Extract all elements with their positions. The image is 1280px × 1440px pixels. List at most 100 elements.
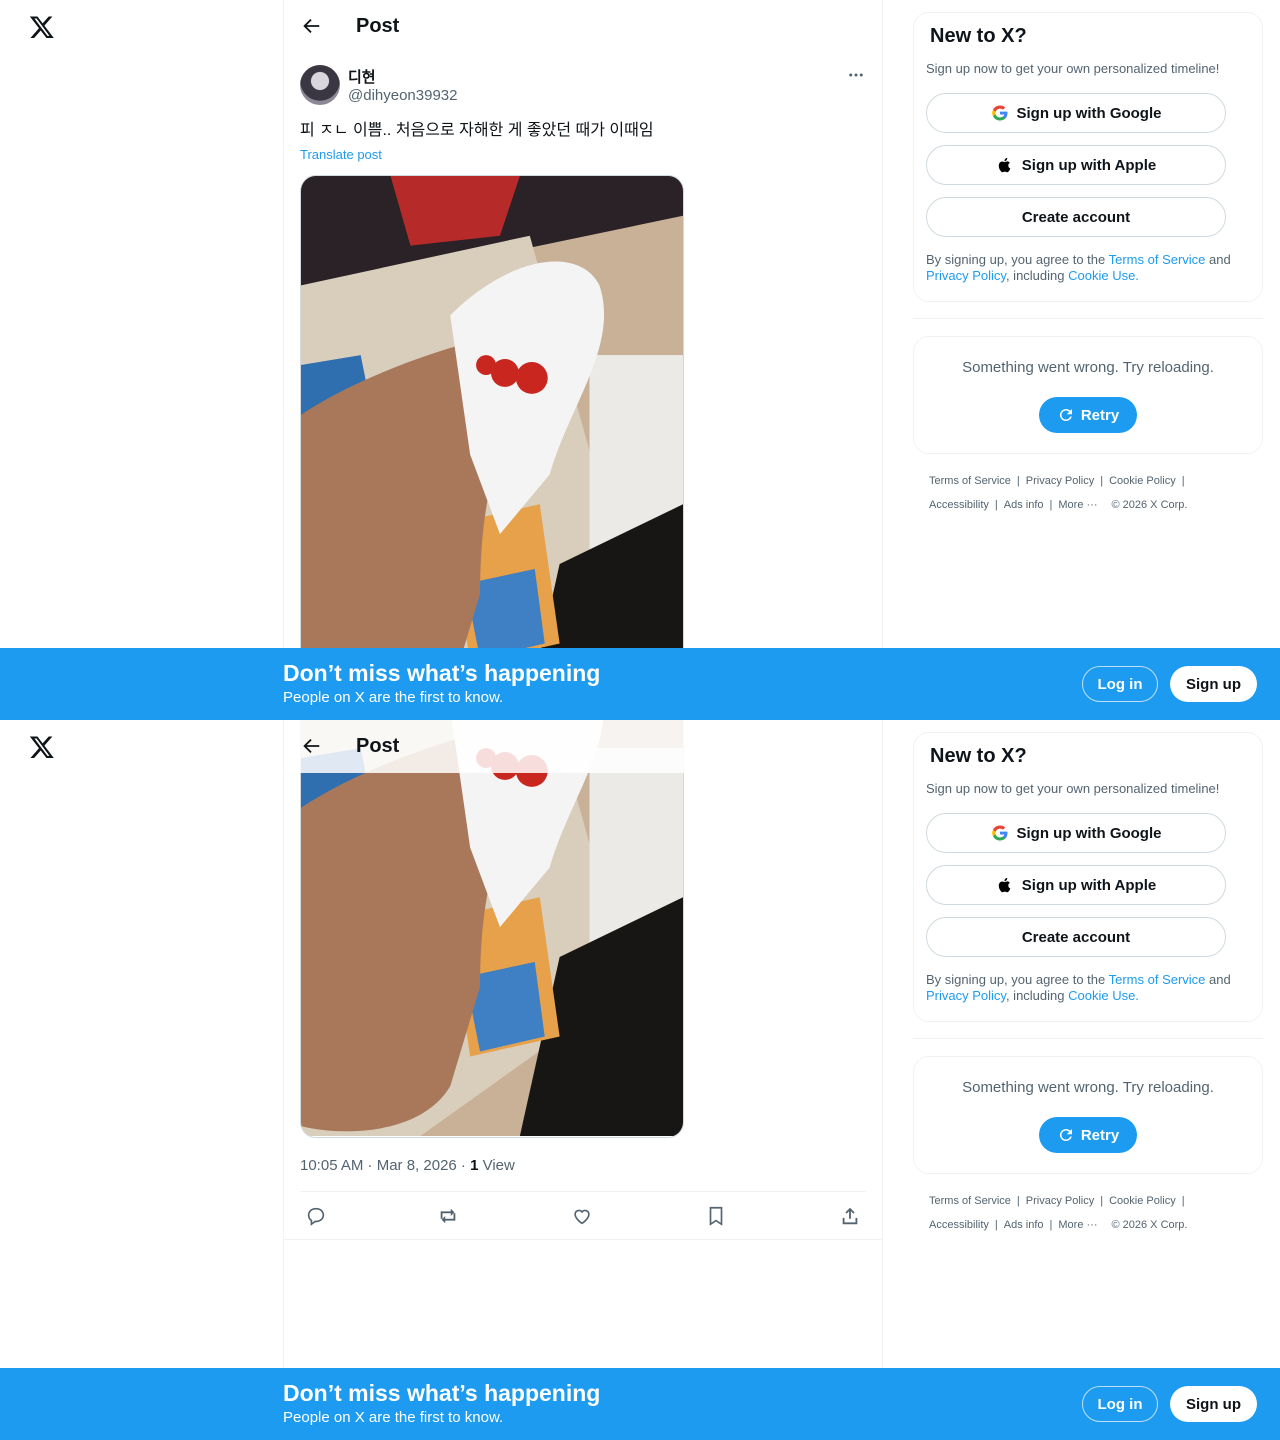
legal-prefix: By signing up, you agree to the <box>926 252 1109 267</box>
signup-card: New to X? Sign up now to get your own pe… <box>913 12 1263 302</box>
post-text: 피 ㅈㄴ 이쁨.. 처음으로 자해한 게 좋았던 때가 이때임 <box>300 122 654 139</box>
sidebar-divider <box>913 1038 1263 1039</box>
google-icon <box>991 105 1007 121</box>
footer-ads-link[interactable]: Ads info <box>1004 499 1044 511</box>
post-bottom-divider <box>284 1239 882 1240</box>
footer-privacy-link[interactable]: Privacy Policy <box>1026 1195 1094 1207</box>
user-handle[interactable]: @dihyeon39932 <box>348 87 457 104</box>
share-icon <box>842 1207 858 1225</box>
cookie-link[interactable]: Cookie Use. <box>1068 988 1139 1003</box>
footer-more-link[interactable]: More ··· <box>1058 499 1097 511</box>
signup-legal-text: By signing up, you agree to the Terms of… <box>926 972 1252 1004</box>
repost-button[interactable] <box>434 1202 462 1230</box>
avatar[interactable] <box>300 65 340 105</box>
footer-cookie-link[interactable]: Cookie Policy <box>1109 475 1176 487</box>
footer-more-link[interactable]: More ··· <box>1058 1219 1097 1231</box>
banner-subtitle: People on X are the first to know. <box>283 1409 504 1426</box>
signup-google-label: Sign up with Google <box>1016 104 1162 122</box>
create-account-label: Create account <box>1021 928 1131 946</box>
reply-icon <box>307 1207 325 1226</box>
back-arrow-icon[interactable] <box>300 15 322 37</box>
signup-google-button[interactable]: Sign up with Google <box>926 813 1226 853</box>
views-label: View <box>478 1157 515 1174</box>
column-divider <box>283 0 284 648</box>
signup-button[interactable]: Sign up <box>1170 666 1257 702</box>
legal-and: and <box>1205 252 1231 267</box>
translate-link[interactable]: Translate post <box>300 147 382 162</box>
post-photo[interactable] <box>300 175 684 720</box>
retry-label: Retry <box>1080 1126 1120 1144</box>
create-account-label: Create account <box>1021 208 1131 226</box>
signup-google-button[interactable]: Sign up with Google <box>926 93 1226 133</box>
column-divider <box>882 720 883 1368</box>
error-card: Something went wrong. Try reloading. Ret… <box>913 1056 1263 1174</box>
like-button[interactable] <box>568 1202 596 1230</box>
footer-accessibility-link[interactable]: Accessibility <box>929 1219 989 1231</box>
legal-including: , including <box>1005 988 1069 1003</box>
google-icon <box>991 825 1007 841</box>
more-icon[interactable] <box>846 66 866 84</box>
apple-icon <box>998 877 1011 893</box>
signup-card-subtitle: Sign up now to get your own personalized… <box>926 61 1220 76</box>
viewport-frame-scrolled: Post 10:05 AM · Mar 8, 2026 · 1 View New… <box>0 720 1280 1440</box>
reply-button[interactable] <box>302 1202 330 1230</box>
footer-ads-link[interactable]: Ads info <box>1004 1219 1044 1231</box>
post-header: Post <box>284 0 882 53</box>
share-button[interactable] <box>836 1202 864 1230</box>
footer-privacy-link[interactable]: Privacy Policy <box>1026 475 1094 487</box>
x-logo-icon[interactable] <box>29 14 55 40</box>
terms-link[interactable]: Terms of Service <box>1109 972 1206 987</box>
create-account-button[interactable]: Create account <box>926 197 1226 237</box>
legal-prefix: By signing up, you agree to the <box>926 972 1109 987</box>
legal-and: and <box>1205 972 1231 987</box>
signup-button[interactable]: Sign up <box>1170 1386 1257 1422</box>
viewport-frame-top: Post 디현 @dihyeon39932 피 ㅈㄴ 이쁨.. 처음으로 자해한… <box>0 0 1280 720</box>
meta-divider <box>300 1191 866 1192</box>
error-message: Something went wrong. Try reloading. <box>962 359 1214 376</box>
sidebar-divider <box>913 318 1263 319</box>
error-card: Something went wrong. Try reloading. Ret… <box>913 336 1263 454</box>
display-name[interactable]: 디현 <box>348 66 376 87</box>
signup-legal-text: By signing up, you agree to the Terms of… <box>926 252 1252 284</box>
signup-apple-label: Sign up with Apple <box>1021 156 1157 174</box>
banner-subtitle: People on X are the first to know. <box>283 689 504 706</box>
signup-card-subtitle: Sign up now to get your own personalized… <box>926 781 1220 796</box>
create-account-button[interactable]: Create account <box>926 917 1226 957</box>
post-timestamp[interactable]: 10:05 AM · Mar 8, 2026 · <box>300 1157 470 1174</box>
retry-button[interactable]: Retry <box>1039 397 1137 433</box>
back-arrow-icon[interactable] <box>300 735 322 757</box>
footer-accessibility-link[interactable]: Accessibility <box>929 499 989 511</box>
legal-including: , including <box>1005 268 1069 283</box>
column-divider <box>882 0 883 648</box>
signup-apple-button[interactable]: Sign up with Apple <box>926 145 1226 185</box>
post-actions <box>300 1202 866 1230</box>
post-meta: 10:05 AM · Mar 8, 2026 · 1 View <box>300 1157 515 1174</box>
column-divider <box>283 720 284 1368</box>
retry-icon <box>1059 1128 1072 1141</box>
footer-terms-link[interactable]: Terms of Service <box>929 475 1011 487</box>
post-header: Post <box>284 720 882 773</box>
retry-button[interactable]: Retry <box>1039 1117 1137 1153</box>
page-title: Post <box>356 15 400 37</box>
login-button[interactable]: Log in <box>1082 666 1158 702</box>
apple-icon <box>998 157 1011 173</box>
footer-cookie-link[interactable]: Cookie Policy <box>1109 1195 1176 1207</box>
footer-copyright: © 2026 X Corp. <box>1111 1219 1188 1231</box>
privacy-link[interactable]: Privacy Policy <box>926 268 1006 283</box>
signup-banner: Don’t miss what’s happening People on X … <box>0 648 1280 720</box>
page-title: Post <box>356 735 400 757</box>
signup-card: New to X? Sign up now to get your own pe… <box>913 732 1263 1022</box>
cookie-link[interactable]: Cookie Use. <box>1068 268 1139 283</box>
signup-card-title: New to X? <box>930 25 1027 47</box>
like-icon <box>574 1209 590 1225</box>
footer-copyright: © 2026 X Corp. <box>1111 499 1188 511</box>
bookmark-button[interactable] <box>702 1202 730 1230</box>
privacy-link[interactable]: Privacy Policy <box>926 988 1006 1003</box>
terms-link[interactable]: Terms of Service <box>1109 252 1206 267</box>
post-photo[interactable] <box>300 720 684 1138</box>
signup-apple-button[interactable]: Sign up with Apple <box>926 865 1226 905</box>
footer-terms-link[interactable]: Terms of Service <box>929 1195 1011 1207</box>
login-button[interactable]: Log in <box>1082 1386 1158 1422</box>
x-logo-icon[interactable] <box>29 734 55 760</box>
repost-icon <box>440 1208 456 1224</box>
